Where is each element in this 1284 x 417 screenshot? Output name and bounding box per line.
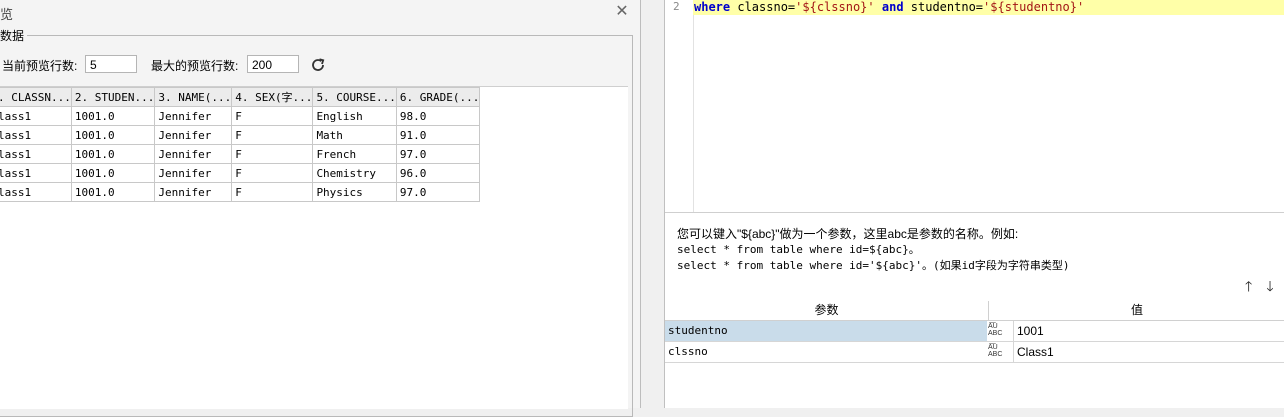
table-cell: Jennifer	[154, 163, 233, 183]
column-header[interactable]: 6. GRADE(...	[395, 87, 481, 107]
table-cell: lass1	[0, 182, 72, 202]
current-rows-label: 当前预览行数:	[2, 59, 78, 73]
code-string: '${clssno}'	[795, 0, 875, 14]
hint-line: 您可以键入"${abc}"做为一个参数，这里abc是参数的名称。例如:	[677, 227, 1019, 241]
table-cell: Jennifer	[154, 182, 233, 202]
table-row[interactable]: lass1 1001.0 Jennifer F English 98.0	[0, 106, 481, 126]
table-cell: 96.0	[395, 163, 481, 183]
reorder-controls: 🡑 🡓	[1240, 278, 1279, 294]
param-value-input[interactable]: 1001	[1013, 321, 1284, 341]
column-header[interactable]: . CLASSN...	[0, 87, 72, 107]
table-cell: 1001.0	[70, 144, 156, 164]
max-rows-input[interactable]: 200	[247, 55, 299, 73]
current-rows-input[interactable]: 5	[85, 55, 137, 73]
table-row[interactable]: lass1 1001.0 Jennifer F French 97.0	[0, 144, 481, 164]
parameter-row[interactable]: studentno A͞U ABC 1001	[665, 321, 1284, 342]
column-header[interactable]: 2. STUDEN...	[70, 87, 156, 107]
table-row[interactable]: lass1 1001.0 Jennifer F Chemistry 96.0	[0, 163, 481, 183]
table-cell: 1001.0	[70, 106, 156, 126]
table-cell: F	[231, 106, 314, 126]
table-cell: lass1	[0, 125, 72, 145]
table-cell: F	[231, 144, 314, 164]
table-cell: 97.0	[395, 182, 481, 202]
column-header[interactable]: 5. COURSE...	[312, 87, 397, 107]
param-value-header[interactable]: 值	[989, 301, 1284, 321]
code-text: classno=	[730, 0, 796, 14]
code-keyword: where	[694, 0, 731, 14]
table-cell: French	[312, 144, 397, 164]
line-gutter: 2	[665, 0, 694, 212]
table-cell: F	[231, 182, 314, 202]
table-cell: Jennifer	[154, 144, 233, 164]
string-type-icon: A͞U ABC	[988, 344, 1003, 358]
table-cell: Math	[312, 125, 397, 145]
max-rows-label: 最大的预览行数:	[151, 59, 239, 73]
table-cell: Jennifer	[154, 106, 233, 126]
code-line[interactable]: where classno='${clssno}' and studentno=…	[693, 0, 1284, 15]
move-up-icon[interactable]: 🡑	[1240, 278, 1258, 294]
param-name-cell[interactable]: studentno	[665, 321, 987, 341]
code-string: '${studentno}'	[983, 0, 1085, 14]
table-cell: 1001.0	[70, 125, 156, 145]
table-cell: English	[312, 106, 397, 126]
table-row[interactable]: lass1 1001.0 Jennifer F Physics 97.0	[0, 182, 481, 202]
data-table: . CLASSN... 2. STUDEN... 3. NAME(... 4. …	[0, 87, 481, 202]
code-keyword: and	[881, 0, 904, 14]
column-header[interactable]: 4. SEX(字...	[231, 87, 314, 107]
sql-editor[interactable]: 2 where classno='${clssno}' and studentn…	[665, 0, 1284, 213]
close-icon[interactable]: ✕	[613, 3, 631, 21]
table-cell: Chemistry	[312, 163, 397, 183]
table-cell: lass1	[0, 144, 72, 164]
table-cell: 1001.0	[70, 182, 156, 202]
table-cell: F	[231, 125, 314, 145]
table-cell: 98.0	[395, 106, 481, 126]
table-cell: lass1	[0, 106, 72, 126]
table-header-row: . CLASSN... 2. STUDEN... 3. NAME(... 4. …	[0, 87, 481, 107]
refresh-icon[interactable]	[309, 56, 327, 74]
parameter-hint: 您可以键入"${abc}"做为一个参数，这里abc是参数的名称。例如: sele…	[677, 226, 1070, 274]
table-cell: 1001.0	[70, 163, 156, 183]
preview-dialog: 览 ✕ 数据 当前预览行数: 5 最大的预览行数: 200 . CLASSN..…	[0, 0, 641, 417]
column-header[interactable]: 3. NAME(...	[154, 87, 233, 107]
move-down-icon[interactable]: 🡓	[1261, 278, 1279, 294]
preview-grid[interactable]: . CLASSN... 2. STUDEN... 3. NAME(... 4. …	[0, 86, 628, 409]
line-number: 2	[673, 0, 680, 13]
table-cell: 91.0	[395, 125, 481, 145]
table-cell: Jennifer	[154, 125, 233, 145]
table-cell: lass1	[0, 163, 72, 183]
parameter-row[interactable]: clssno A͞U ABC Class1	[665, 342, 1284, 363]
hint-example: select * from table where id='${abc}'。(如…	[677, 259, 1070, 272]
param-name-header[interactable]: 参数	[665, 301, 989, 321]
table-cell: Physics	[312, 182, 397, 202]
table-row[interactable]: lass1 1001.0 Jennifer F Math 91.0	[0, 125, 481, 145]
group-label: 数据	[0, 27, 28, 44]
sql-parameter-pane: 2 where classno='${clssno}' and studentn…	[664, 0, 1284, 408]
param-name-cell[interactable]: clssno	[665, 342, 987, 362]
code-text: studentno=	[903, 0, 984, 14]
dialog-title: 览	[0, 7, 14, 22]
string-type-icon: A͞U ABC	[988, 323, 1003, 337]
hint-example: select * from table where id=${abc}。	[677, 243, 920, 256]
table-cell: 97.0	[395, 144, 481, 164]
table-cell: F	[231, 163, 314, 183]
param-value-input[interactable]: Class1	[1013, 342, 1284, 362]
